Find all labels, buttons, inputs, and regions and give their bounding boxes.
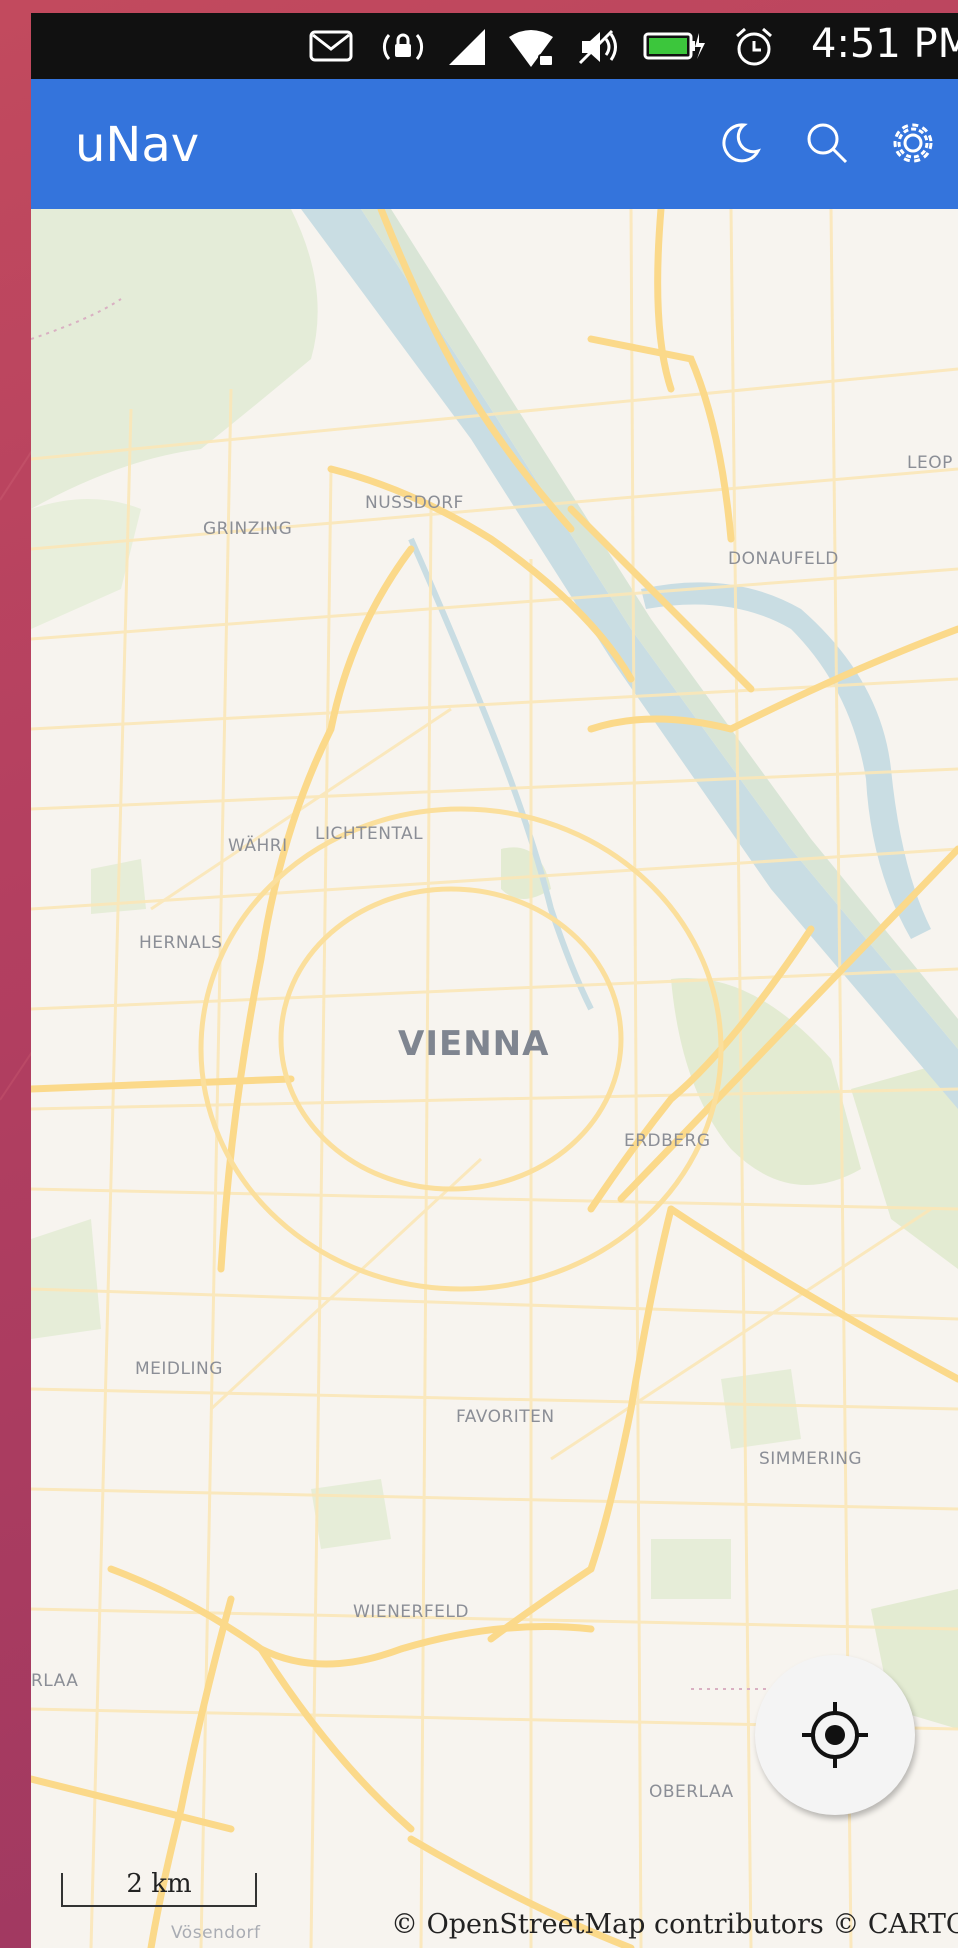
- map-scale-label: 2 km: [126, 1869, 192, 1899]
- search-button[interactable]: [791, 107, 863, 179]
- wifi-lock-icon: [509, 30, 554, 67]
- search-icon: [807, 123, 848, 164]
- status-bar: 4:51 PM: [31, 13, 958, 79]
- place-label-meidling: MEIDLING: [135, 1359, 223, 1379]
- moon-icon: [722, 123, 761, 163]
- app-title: uNav: [75, 117, 200, 173]
- cell-signal-icon: [449, 29, 485, 65]
- place-label-hernals: HERNALS: [139, 933, 223, 953]
- place-label-erdberg: ERDBERG: [624, 1131, 711, 1151]
- place-label-leop: LEOP: [907, 453, 953, 473]
- status-clock: 4:51 PM: [811, 21, 958, 67]
- screen-rotation-lock-icon: [382, 33, 424, 60]
- map-attribution[interactable]: © OpenStreetMap contributors © CARTO: [391, 1909, 958, 1940]
- app-header: uNav: [31, 79, 958, 209]
- phone-screen: 4:51 PM uNav LEOP NUSSDORF GRINZING DONA…: [31, 13, 958, 1948]
- crosshair-location-icon: [802, 1702, 868, 1768]
- city-label-vienna: VIENNA: [398, 1024, 550, 1064]
- alarm-clock-icon: [736, 27, 772, 66]
- place-label-wienerfeld: WIENERFELD: [353, 1602, 469, 1622]
- place-label-donaufeld: DONAUFELD: [728, 549, 839, 569]
- place-label-oberlaa: OBERLAA: [649, 1782, 734, 1802]
- map-view[interactable]: LEOP NUSSDORF GRINZING DONAUFELD LICHTEN…: [31, 209, 958, 1948]
- battery-charging-icon: [643, 32, 705, 60]
- mail-icon: [309, 30, 353, 62]
- locate-me-button[interactable]: [755, 1655, 915, 1815]
- place-label-rlaa: RLAA: [31, 1671, 79, 1691]
- place-label-vosendorf: Vösendorf: [171, 1923, 261, 1943]
- place-label-lichtental: LICHTENTAL: [315, 824, 424, 844]
- place-label-wahri: WÄHRI: [228, 836, 288, 856]
- night-mode-button[interactable]: [704, 107, 776, 179]
- place-label-simmering: SIMMERING: [759, 1449, 863, 1469]
- mute-icon: [578, 29, 617, 65]
- gear-icon: [893, 123, 933, 163]
- map-scale-bar: 2 km: [61, 1869, 257, 1907]
- settings-button[interactable]: [877, 107, 949, 179]
- place-label-grinzing: GRINZING: [203, 519, 293, 539]
- place-label-favoriten: FAVORITEN: [456, 1407, 555, 1427]
- place-label-nussdorf: NUSSDORF: [365, 493, 464, 513]
